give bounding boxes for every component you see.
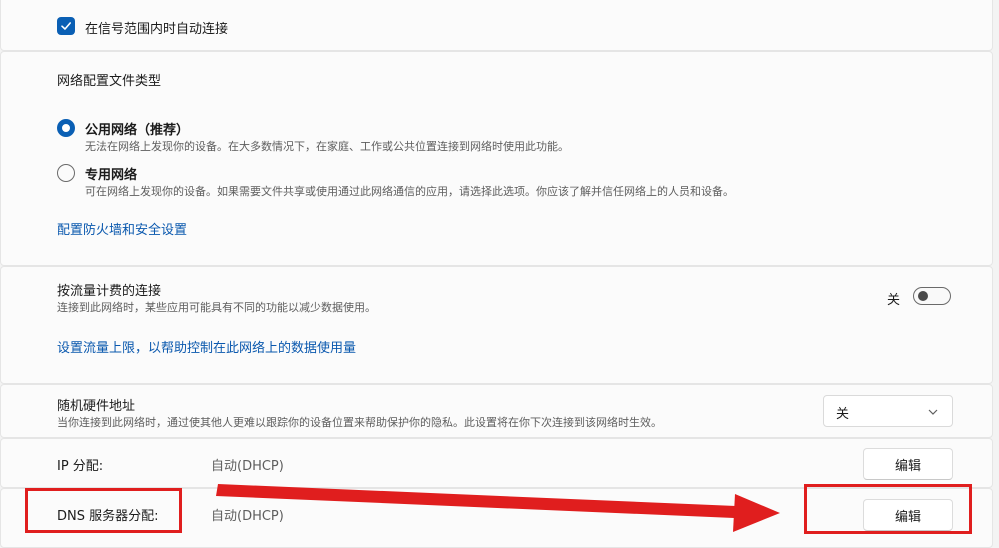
auto-connect-checkbox[interactable] (57, 17, 75, 35)
data-limit-link[interactable]: 设置流量上限，以帮助控制在此网络上的数据使用量 (57, 337, 356, 356)
metered-state-label: 关 (887, 293, 901, 308)
checkmark-icon (61, 22, 71, 30)
annotation-box-dns-label (25, 488, 182, 533)
random-mac-title: 随机硬件地址 (57, 399, 136, 414)
annotation-box-edit-button (804, 484, 972, 534)
ip-edit-button[interactable]: 编辑 (863, 448, 953, 480)
random-mac-value: 关 (836, 407, 850, 422)
random-mac-card: 随机硬件地址 当你连接到此网络时，通过使其他人更难以跟踪你的设备位置来帮助保护你… (0, 384, 993, 438)
metered-title: 按流量计费的连接 (57, 284, 162, 299)
firewall-settings-link[interactable]: 配置防火墙和安全设置 (57, 219, 187, 238)
auto-connect-card: 在信号范围内时自动连接 (0, 0, 993, 51)
private-network-label[interactable]: 专用网络 (85, 164, 137, 183)
public-network-label[interactable]: 公用网络（推荐） (85, 119, 189, 138)
chevron-down-icon (928, 409, 938, 415)
toggle-knob (918, 291, 928, 301)
metered-toggle[interactable] (913, 287, 951, 305)
ip-assignment-label: IP 分配: (57, 459, 104, 474)
metered-connection-card: 按流量计费的连接 连接到此网络时，某些应用可能具有不同的功能以减少数据使用。 关… (0, 266, 993, 384)
private-network-desc: 可在网络上发现你的设备。如果需要文件共享或使用通过此网络通信的应用，请选择此选项… (85, 185, 734, 198)
ip-assignment-value: 自动(DHCP) (211, 459, 284, 474)
profile-heading: 网络配置文件类型 (57, 74, 162, 89)
public-network-desc: 无法在网络上发现你的设备。在大多数情况下，在家庭、工作或公共位置连接到网络时使用… (85, 140, 569, 153)
ip-assignment-card: IP 分配: 自动(DHCP) 编辑 (0, 438, 993, 488)
auto-connect-label: 在信号范围内时自动连接 (85, 22, 229, 37)
dns-assignment-value: 自动(DHCP) (211, 509, 284, 524)
public-network-radio[interactable] (57, 119, 75, 137)
network-profile-card: 网络配置文件类型 公用网络（推荐） 无法在网络上发现你的设备。在大多数情况下，在… (0, 51, 993, 266)
metered-desc: 连接到此网络时，某些应用可能具有不同的功能以减少数据使用。 (57, 301, 376, 314)
random-mac-dropdown[interactable]: 关 (823, 395, 953, 427)
private-network-radio[interactable] (57, 164, 75, 182)
random-mac-desc: 当你连接到此网络时，通过使其他人更难以跟踪你的设备位置来帮助保护你的隐私。此设置… (57, 416, 662, 429)
